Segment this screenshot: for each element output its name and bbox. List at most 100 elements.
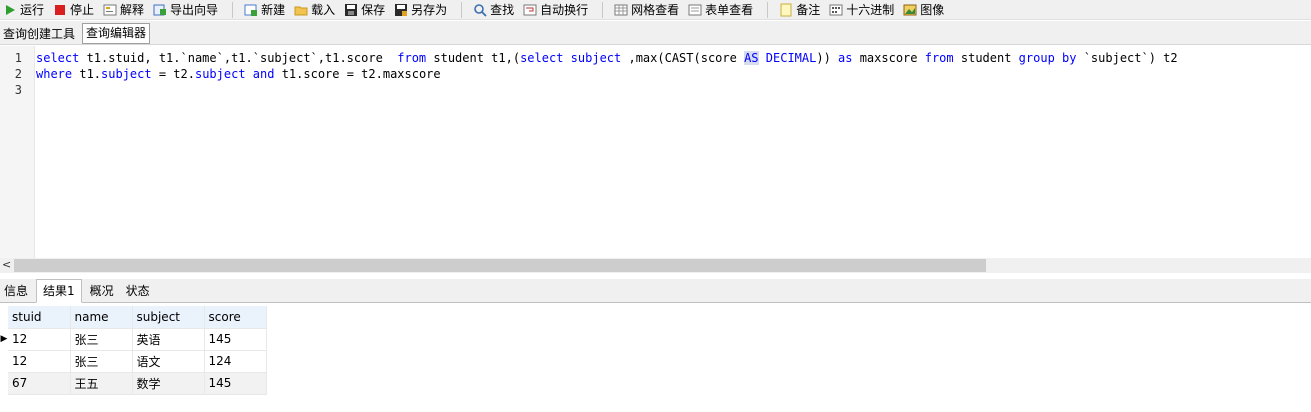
- stop-button[interactable]: 停止: [50, 1, 97, 19]
- table-cell[interactable]: 张三: [70, 328, 133, 351]
- stop-icon: [53, 3, 67, 17]
- line-number: 2: [14, 67, 22, 81]
- save-button[interactable]: 保存: [341, 1, 388, 19]
- find-button[interactable]: 查找: [470, 1, 517, 19]
- table-cell[interactable]: 英语: [132, 328, 205, 351]
- toolbar-button-label: 十六进制: [846, 3, 895, 17]
- toolbar-button-label: 查找: [490, 3, 515, 17]
- table-cell[interactable]: 67: [8, 372, 71, 395]
- table-row[interactable]: 67 王五 数学 145: [0, 372, 267, 395]
- sql-keyword: group by: [1018, 51, 1077, 65]
- scroll-left-arrow[interactable]: <: [2, 258, 12, 273]
- sql-text: t1.: [72, 67, 102, 81]
- word-wrap-icon: [523, 3, 537, 17]
- line-number: 3: [14, 83, 22, 97]
- save-as-button[interactable]: 另存为: [391, 1, 450, 19]
- sql-text: ,max(CAST(score: [621, 51, 745, 65]
- row-indicator: [0, 372, 8, 394]
- current-row-indicator-icon: ▶: [0, 328, 8, 350]
- hex-icon: [829, 3, 843, 17]
- image-button[interactable]: 图像: [900, 1, 947, 19]
- sql-keyword: DECIMAL: [765, 51, 817, 65]
- toolbar-button-label: 保存: [361, 3, 386, 17]
- code-line[interactable]: select t1.stuid, t1.`name`,t1.`subject`,…: [36, 50, 1178, 66]
- code-line[interactable]: where t1.subject = t2.subject and t1.sco…: [36, 66, 441, 82]
- sql-keyword: subject: [570, 51, 622, 65]
- sql-keyword: from: [397, 51, 427, 65]
- toolbar-separator: [461, 1, 463, 18]
- toolbar-button-label: 备注: [796, 3, 821, 17]
- scrollbar-thumb[interactable]: [14, 259, 986, 272]
- tab-query-builder[interactable]: 查询创建工具: [0, 24, 78, 44]
- column-header-subject[interactable]: subject: [132, 306, 205, 329]
- sql-keyword: AS: [744, 51, 759, 65]
- toolbar-button-label: 新建: [261, 3, 286, 17]
- sql-text: t1.score = t2.maxscore: [274, 67, 441, 81]
- header-row: stuid name subject score: [0, 306, 267, 329]
- column-header-score[interactable]: score: [204, 306, 267, 329]
- sql-text: t1.stuid, t1.`name`,t1.`subject`,t1.scor…: [79, 51, 398, 65]
- table-cell[interactable]: 张三: [70, 350, 133, 373]
- sql-editor[interactable]: 1 2 3 select t1.stuid, t1.`name`,t1.`subje…: [0, 46, 1311, 258]
- sql-keyword: as: [838, 51, 853, 65]
- toolbar-button-label: 导出向导: [170, 3, 219, 17]
- column-header-name[interactable]: name: [70, 306, 133, 329]
- grid-view-button[interactable]: 网格查看: [611, 1, 682, 19]
- save-icon: [344, 3, 358, 17]
- word-wrap-button[interactable]: 自动换行: [520, 1, 591, 19]
- sql-keyword: subject: [101, 67, 152, 81]
- form-icon: [688, 3, 702, 17]
- sql-keyword: and: [252, 67, 275, 81]
- folder-icon: [294, 3, 308, 17]
- toolbar-button-label: 另存为: [411, 3, 448, 17]
- sql-keyword: from: [924, 51, 954, 65]
- table-cell[interactable]: 12: [8, 350, 71, 373]
- horizontal-scrollbar[interactable]: <: [0, 258, 1311, 273]
- toolbar-button-label: 图像: [920, 3, 945, 17]
- run-button[interactable]: 运行: [0, 1, 47, 19]
- save-as-icon: [394, 3, 408, 17]
- sql-text: student: [953, 51, 1019, 65]
- table-row[interactable]: ▶ 12 张三 英语 145: [0, 328, 267, 351]
- toolbar-separator: [602, 1, 604, 18]
- table-cell[interactable]: 12: [8, 328, 71, 351]
- tab-query-editor[interactable]: 查询编辑器: [82, 23, 151, 44]
- toolbar: 运行 停止 解释 导出向导 新建 载入 保存 另存为 查找 自动换行 网格查看 表单查看 备注 十六进制 图…: [0, 0, 1311, 20]
- load-button[interactable]: 载入: [291, 1, 338, 19]
- column-header-stuid[interactable]: stuid: [8, 306, 71, 329]
- table-cell[interactable]: 王五: [70, 372, 133, 395]
- toolbar-button-label: 自动换行: [540, 3, 589, 17]
- toolbar-separator: [767, 1, 769, 18]
- explain-button[interactable]: 解释: [100, 1, 147, 19]
- line-number: 1: [14, 51, 22, 65]
- table-cell[interactable]: 145: [204, 372, 267, 395]
- export-icon: [153, 3, 167, 17]
- toolbar-button-label: 表单查看: [705, 3, 754, 17]
- result-grid[interactable]: stuid name subject score ▶ 12 张三 英语 145 …: [0, 304, 1311, 412]
- play-icon: [3, 3, 17, 17]
- memo-icon: [779, 3, 793, 17]
- sql-keyword: select: [520, 51, 564, 65]
- sql-text: student t1,(: [426, 51, 521, 65]
- toolbar-button-label: 运行: [20, 3, 45, 17]
- table-cell[interactable]: 数学: [132, 372, 205, 395]
- form-view-button[interactable]: 表单查看: [685, 1, 756, 19]
- tab-result1[interactable]: 结果1: [36, 279, 82, 303]
- table-cell[interactable]: 124: [204, 350, 267, 373]
- export-button[interactable]: 导出向导: [150, 1, 221, 19]
- table-row[interactable]: 12 张三 语文 124: [0, 350, 267, 373]
- table-cell[interactable]: 语文: [132, 350, 205, 373]
- tab-status[interactable]: 状态: [122, 280, 154, 302]
- memo-button[interactable]: 备注: [776, 1, 823, 19]
- toolbar-button-label: 停止: [70, 3, 95, 17]
- sql-text: `subject`) t2: [1076, 51, 1178, 65]
- new-button[interactable]: 新建: [241, 1, 288, 19]
- tab-profile[interactable]: 概况: [86, 280, 118, 302]
- result-tab-bar: 信息 结果1 概况 状态: [0, 279, 1311, 303]
- table-cell[interactable]: 145: [204, 328, 267, 351]
- tab-info[interactable]: 信息: [0, 280, 32, 302]
- sql-keyword: subject: [194, 67, 246, 81]
- toolbar-separator: [232, 1, 234, 18]
- hex-button[interactable]: 十六进制: [826, 1, 897, 19]
